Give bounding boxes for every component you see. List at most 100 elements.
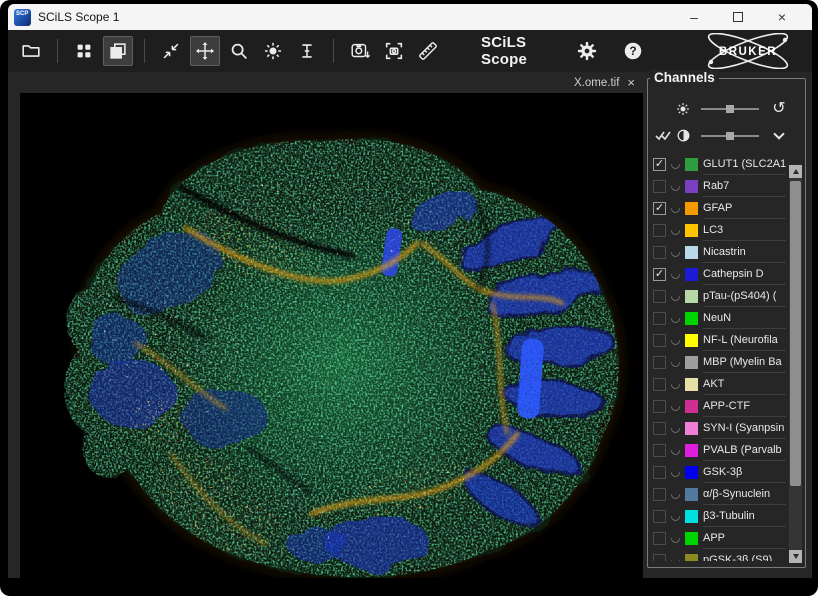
channel-curve-icon[interactable] [669, 246, 682, 259]
channels-title: Channels [650, 70, 719, 85]
channel-visibility-checkbox[interactable] [653, 422, 666, 435]
check-all-icon[interactable] [653, 129, 673, 142]
titlebar: SCP SCiLS Scope 1 – × [8, 4, 812, 30]
channel-curve-icon[interactable] [669, 202, 682, 215]
channel-curve-icon[interactable] [669, 554, 682, 561]
channel-row: NF-L (Neurofila [653, 329, 786, 351]
channel-color-swatch[interactable] [685, 290, 698, 303]
scroll-up-button[interactable] [789, 165, 802, 178]
channel-visibility-checkbox[interactable] [653, 180, 666, 193]
channel-curve-icon[interactable] [669, 290, 682, 303]
channel-color-swatch[interactable] [685, 554, 698, 562]
channel-color-swatch[interactable] [685, 246, 698, 259]
measure-tool-button[interactable] [413, 36, 443, 66]
channel-curve-icon[interactable] [669, 466, 682, 479]
toolbar-separator [144, 39, 145, 63]
channel-color-swatch[interactable] [685, 422, 698, 435]
channel-label: AKT [703, 373, 786, 395]
channel-color-swatch[interactable] [685, 268, 698, 281]
content-area: X.ome.tif × [8, 72, 812, 578]
channel-visibility-checkbox[interactable] [653, 312, 666, 325]
tab-xometif[interactable]: X.ome.tif [574, 77, 619, 89]
channel-visibility-checkbox[interactable] [653, 488, 666, 501]
channel-curve-icon[interactable] [669, 356, 682, 369]
maximize-icon [733, 12, 743, 22]
channel-scrollbar[interactable] [789, 165, 802, 563]
channel-visibility-checkbox[interactable] [653, 444, 666, 457]
channel-label: NF-L (Neurofila [703, 329, 786, 351]
pan-tool-button[interactable] [190, 36, 220, 66]
scroll-down-button[interactable] [789, 550, 802, 563]
zoom-tool-button[interactable] [224, 36, 254, 66]
channel-visibility-checkbox[interactable] [653, 334, 666, 347]
channel-curve-icon[interactable] [669, 312, 682, 325]
channel-visibility-checkbox[interactable] [653, 378, 666, 391]
channel-curve-icon[interactable] [669, 334, 682, 347]
close-button[interactable]: × [760, 5, 804, 29]
channel-visibility-checkbox[interactable] [653, 356, 666, 369]
grid-view-button[interactable] [69, 36, 99, 66]
channel-curve-icon[interactable] [669, 400, 682, 413]
contrast-slider[interactable] [701, 135, 759, 137]
channel-color-swatch[interactable] [685, 224, 698, 237]
channel-visibility-checkbox[interactable] [653, 510, 666, 523]
channel-color-swatch[interactable] [685, 532, 698, 545]
channel-color-swatch[interactable] [685, 444, 698, 457]
channel-color-swatch[interactable] [685, 312, 698, 325]
channel-curve-icon[interactable] [669, 268, 682, 281]
scrollbar-thumb[interactable] [790, 181, 801, 486]
triangle-up-icon [793, 169, 799, 174]
channel-curve-icon[interactable] [669, 532, 682, 545]
collapse-adjustments-button[interactable] [769, 134, 789, 138]
fit-view-button[interactable] [156, 36, 186, 66]
channel-color-swatch[interactable] [685, 510, 698, 523]
channel-color-swatch[interactable] [685, 334, 698, 347]
snapshot-export-button[interactable] [345, 36, 375, 66]
reset-adjustments-button[interactable]: ↺ [769, 101, 789, 117]
settings-button[interactable] [572, 36, 602, 66]
contrast-slider-handle[interactable] [726, 132, 734, 140]
maximize-button[interactable] [716, 5, 760, 29]
capture-region-button[interactable] [379, 36, 409, 66]
image-canvas[interactable] [20, 93, 643, 578]
channel-visibility-checkbox[interactable]: ✓ [653, 158, 666, 171]
channel-row: GSK-3β [653, 461, 786, 483]
channel-visibility-checkbox[interactable]: ✓ [653, 202, 666, 215]
channel-curve-icon[interactable] [669, 180, 682, 193]
channel-color-swatch[interactable] [685, 202, 698, 215]
toolbar: SCiLS Scope [8, 30, 812, 72]
channel-curve-icon[interactable] [669, 158, 682, 171]
open-folder-button[interactable] [16, 36, 46, 66]
channel-visibility-checkbox[interactable] [653, 532, 666, 545]
brightness-tool-button[interactable] [258, 36, 288, 66]
channel-color-swatch[interactable] [685, 158, 698, 171]
channel-curve-icon[interactable] [669, 422, 682, 435]
channel-color-swatch[interactable] [685, 378, 698, 391]
brightness-slider[interactable] [701, 108, 759, 110]
channel-color-swatch[interactable] [685, 180, 698, 193]
channel-color-swatch[interactable] [685, 488, 698, 501]
tab-close-icon[interactable]: × [627, 76, 635, 89]
channel-label: Rab7 [703, 175, 786, 197]
channel-visibility-checkbox[interactable] [653, 400, 666, 413]
intensity-tool-button[interactable] [292, 36, 322, 66]
channel-curve-icon[interactable] [669, 444, 682, 457]
brightness-slider-handle[interactable] [726, 105, 734, 113]
channel-color-swatch[interactable] [685, 400, 698, 413]
overlay-view-button[interactable] [103, 36, 133, 66]
channel-visibility-checkbox[interactable] [653, 246, 666, 259]
channel-color-swatch[interactable] [685, 466, 698, 479]
channel-curve-icon[interactable] [669, 488, 682, 501]
channel-color-swatch[interactable] [685, 356, 698, 369]
channel-curve-icon[interactable] [669, 224, 682, 237]
channel-visibility-checkbox[interactable] [653, 466, 666, 479]
channel-visibility-checkbox[interactable]: ✓ [653, 268, 666, 281]
channel-curve-icon[interactable] [669, 510, 682, 523]
channel-curve-icon[interactable] [669, 378, 682, 391]
minimize-button[interactable]: – [672, 5, 716, 29]
channel-visibility-checkbox[interactable] [653, 290, 666, 303]
measure-tool-icon [417, 40, 439, 62]
help-button[interactable]: ? [618, 36, 648, 66]
channel-visibility-checkbox[interactable] [653, 554, 666, 562]
channel-visibility-checkbox[interactable] [653, 224, 666, 237]
